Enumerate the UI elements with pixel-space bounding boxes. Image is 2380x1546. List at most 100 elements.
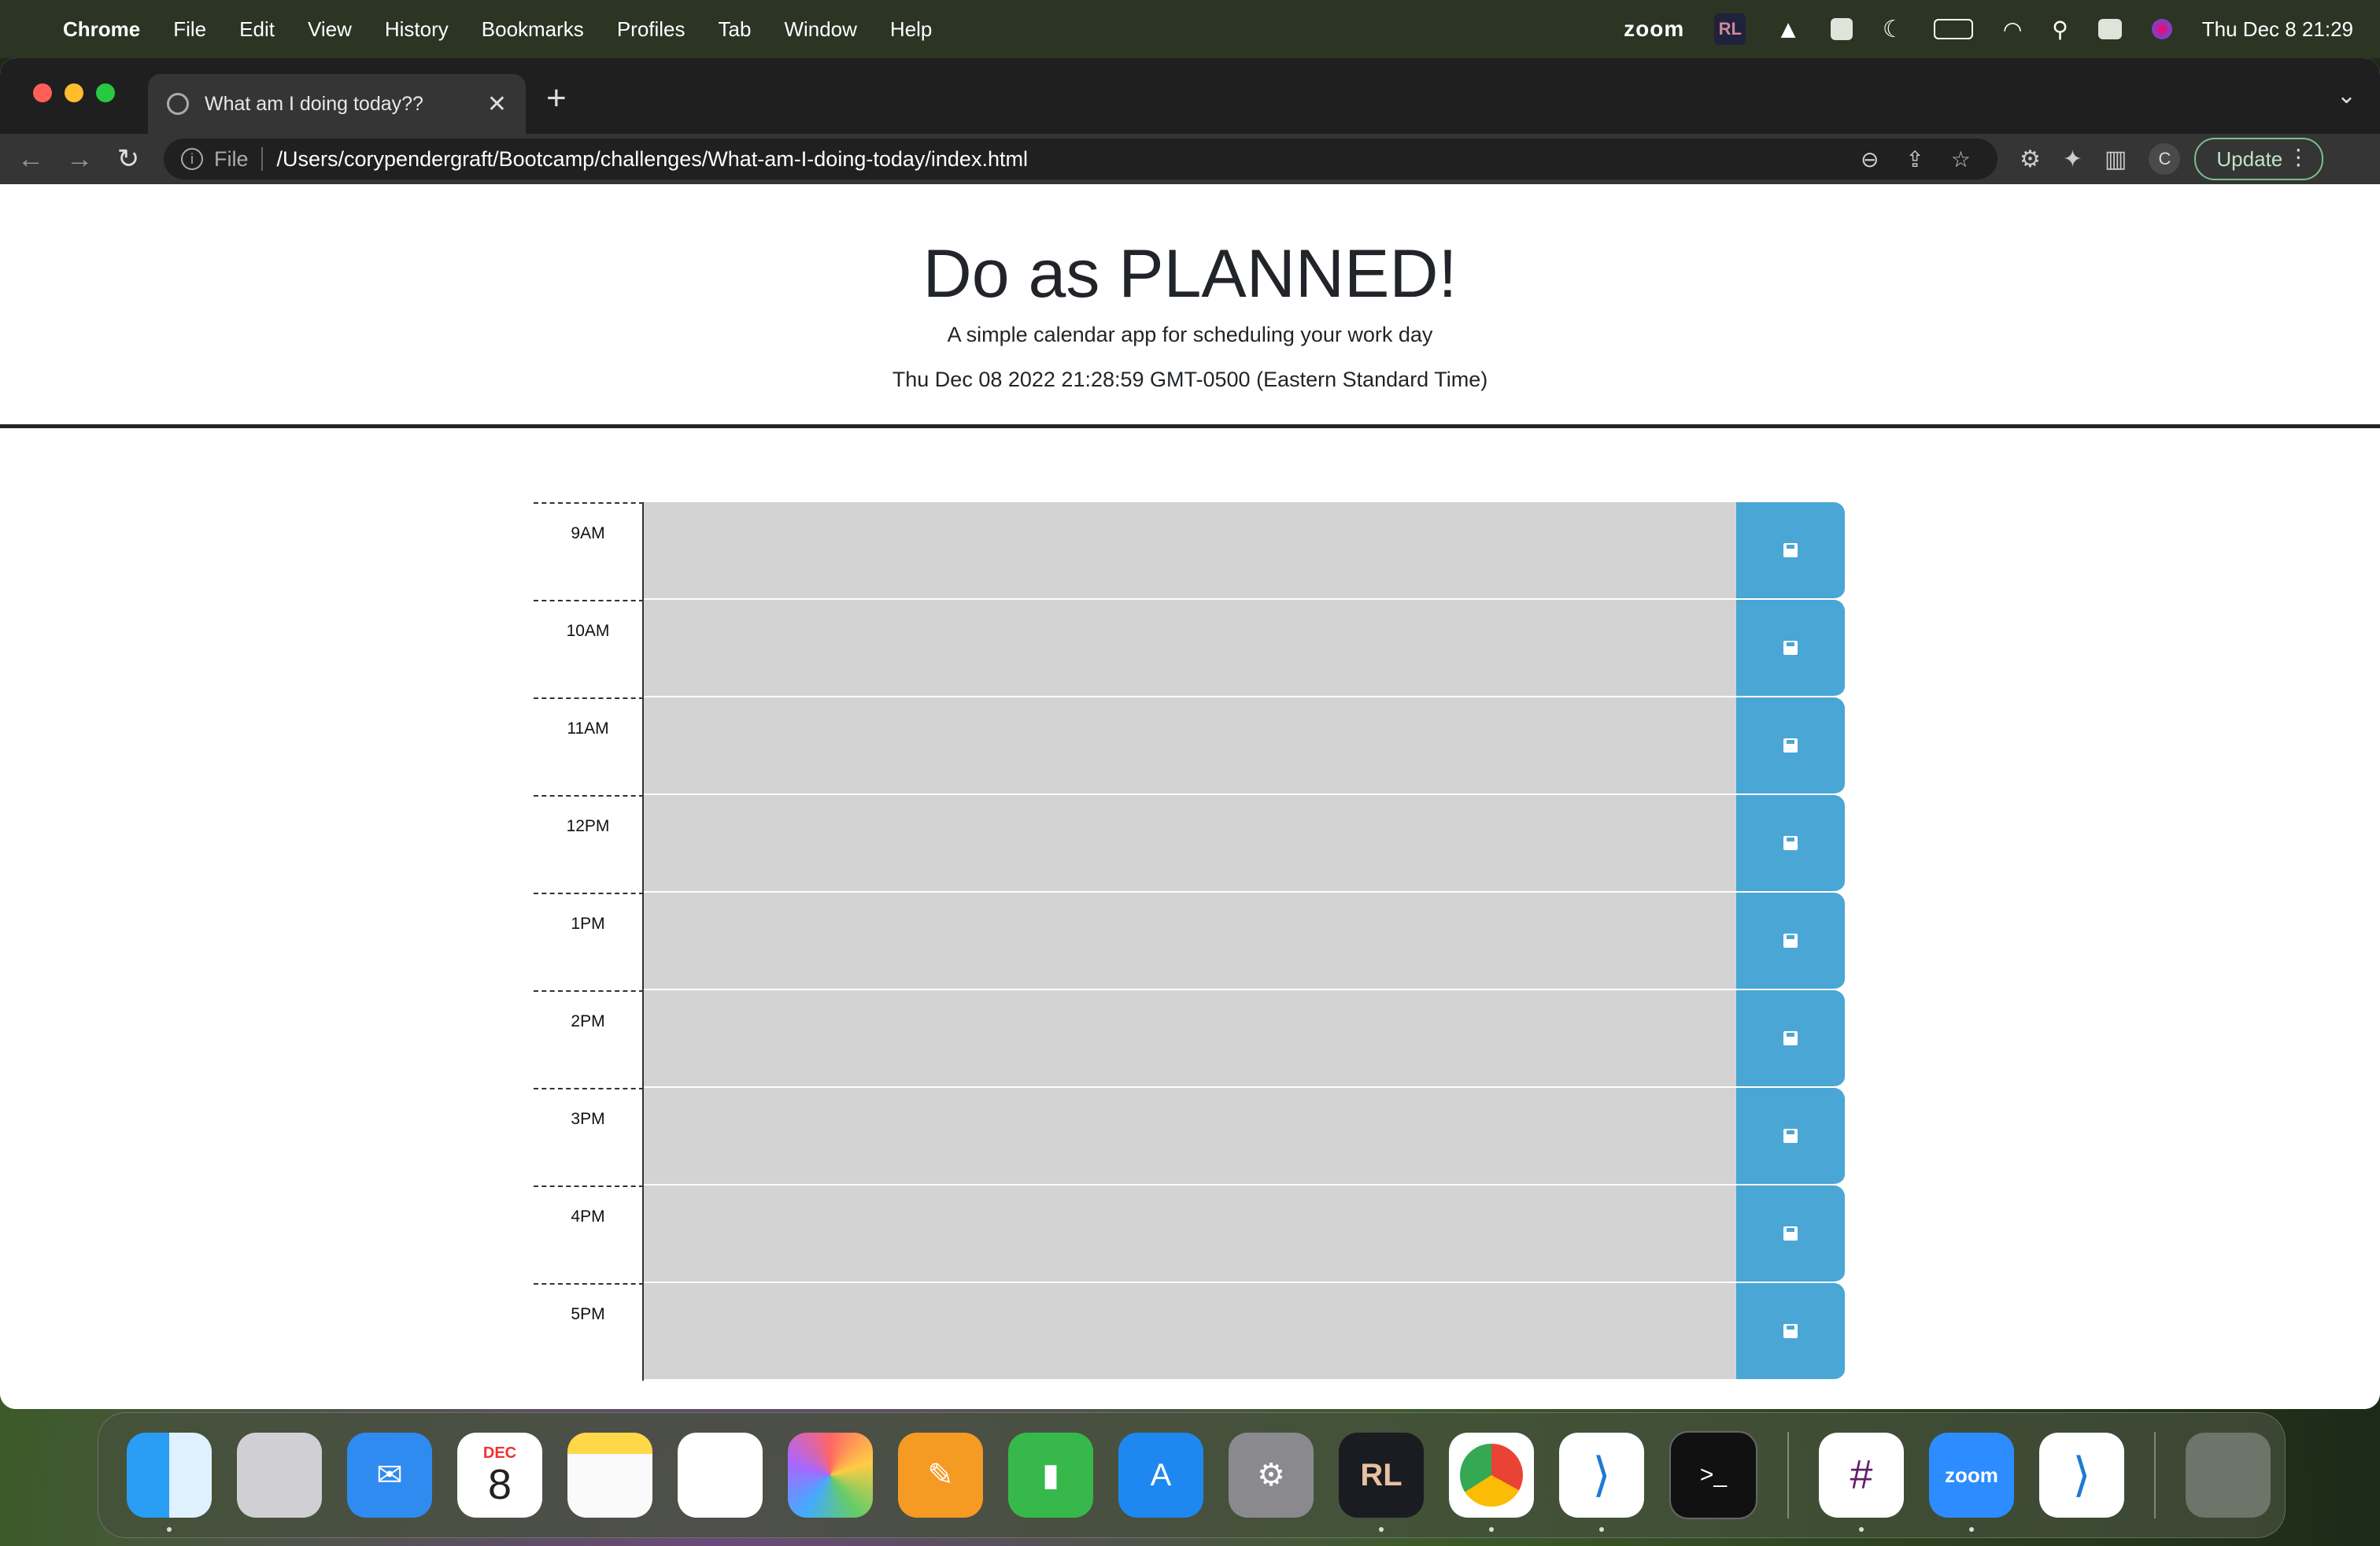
save-floppy-icon: [1783, 934, 1798, 948]
chevron-down-icon[interactable]: ⌄: [2337, 82, 2356, 109]
numbers-icon[interactable]: ▮: [1008, 1433, 1093, 1518]
menu-edit[interactable]: Edit: [239, 17, 275, 42]
calendar-icon-month: DEC: [482, 1444, 517, 1462]
forward-button[interactable]: →: [61, 144, 98, 175]
wifi-icon[interactable]: ◠: [2003, 17, 2022, 43]
description-textarea[interactable]: [644, 1185, 1736, 1283]
photos-icon[interactable]: [788, 1433, 873, 1518]
menu-tab[interactable]: Tab: [719, 17, 752, 42]
maximize-window-button[interactable]: [96, 83, 115, 102]
back-button[interactable]: ←: [13, 144, 49, 175]
menu-file[interactable]: File: [173, 17, 206, 42]
time-block-row: 10AM: [534, 600, 1845, 697]
menu-app-name[interactable]: Chrome: [63, 17, 140, 42]
menu-bookmarks[interactable]: Bookmarks: [482, 17, 584, 42]
description-textarea[interactable]: [644, 502, 1736, 600]
hour-label: 3PM: [534, 1088, 644, 1185]
update-button[interactable]: Update ⋮: [2194, 138, 2324, 180]
url-scheme-label: File: [214, 146, 249, 171]
save-button[interactable]: [1736, 502, 1845, 600]
save-button[interactable]: [1736, 600, 1845, 697]
bookmark-star-icon[interactable]: ☆: [1951, 146, 1971, 172]
save-floppy-icon: [1783, 641, 1798, 655]
calendar-icon-day: 8: [487, 1460, 512, 1508]
rl-status-icon[interactable]: RL: [1714, 13, 1746, 45]
zoom-magnifier-icon[interactable]: ⊖: [1861, 146, 1879, 172]
finder-icon[interactable]: [127, 1433, 212, 1532]
save-button[interactable]: [1736, 1283, 1845, 1381]
siri-icon[interactable]: [2151, 19, 2172, 39]
hour-label: 10AM: [534, 600, 644, 697]
vscode-icon[interactable]: ⟩: [1559, 1433, 1644, 1532]
app-store-icon[interactable]: A: [1118, 1433, 1203, 1518]
time-block-row: 9AM: [534, 502, 1845, 600]
description-textarea[interactable]: [644, 1088, 1736, 1185]
share-icon[interactable]: ⇪: [1905, 146, 1924, 172]
url-text[interactable]: /Users/corypendergraft/Bootcamp/challeng…: [277, 147, 1861, 172]
save-button[interactable]: [1736, 1088, 1845, 1185]
new-tab-button[interactable]: +: [546, 79, 567, 118]
battery-icon[interactable]: [1933, 19, 1973, 39]
save-button[interactable]: [1736, 795, 1845, 893]
menubar-clock[interactable]: Thu Dec 8 21:29: [2202, 17, 2353, 42]
vscode-icon[interactable]: ⟩: [2039, 1433, 2124, 1518]
info-icon[interactable]: i: [181, 148, 203, 170]
kebab-menu-icon[interactable]: ⋮: [2287, 144, 2309, 170]
hour-label: 12PM: [534, 795, 644, 893]
drive-status-icon[interactable]: ▲: [1776, 15, 1801, 44]
menu-help[interactable]: Help: [890, 17, 932, 42]
browser-tab-active[interactable]: What am I doing today?? ✕: [148, 74, 526, 134]
save-floppy-icon: [1783, 1324, 1798, 1338]
close-window-button[interactable]: [33, 83, 52, 102]
description-textarea[interactable]: [644, 600, 1736, 697]
mail-icon[interactable]: ✉: [347, 1433, 432, 1518]
save-button[interactable]: [1736, 1185, 1845, 1283]
side-panel-icon[interactable]: ▥: [2105, 146, 2127, 173]
extension-gear-icon[interactable]: ⚙: [2020, 146, 2041, 173]
description-textarea[interactable]: [644, 795, 1736, 893]
save-button[interactable]: [1736, 893, 1845, 990]
slack-icon[interactable]: #: [1819, 1433, 1904, 1532]
launchpad-icon[interactable]: [237, 1433, 322, 1518]
time-block-row: 5PM: [534, 1283, 1845, 1381]
description-textarea[interactable]: [644, 893, 1736, 990]
macos-dock: ✉ DEC 8 ✎ ▮ A ⚙ RL ⟩ >_ # zoom ⟩: [98, 1412, 2286, 1538]
menu-profiles[interactable]: Profiles: [617, 17, 686, 42]
description-textarea[interactable]: [644, 990, 1736, 1088]
control-center-icon[interactable]: [2097, 19, 2122, 39]
reload-button[interactable]: ↻: [110, 143, 146, 175]
menu-history[interactable]: History: [385, 17, 449, 42]
save-floppy-icon: [1783, 738, 1798, 753]
menu-window[interactable]: Window: [784, 17, 856, 42]
description-textarea[interactable]: [644, 1283, 1736, 1381]
menu-view[interactable]: View: [308, 17, 352, 42]
zoom-status-icon[interactable]: zoom: [1624, 17, 1684, 42]
reminders-icon[interactable]: [678, 1433, 763, 1518]
time-block-row: 11AM: [534, 697, 1845, 795]
globe-icon: [167, 93, 189, 115]
extensions-puzzle-icon[interactable]: ✦: [2063, 146, 2082, 173]
focus-moon-icon[interactable]: ☾: [1883, 16, 1904, 43]
description-textarea[interactable]: [644, 697, 1736, 795]
save-button[interactable]: [1736, 990, 1845, 1088]
zoom-icon[interactable]: zoom: [1929, 1433, 2014, 1532]
calendar-icon[interactable]: DEC 8: [457, 1433, 542, 1518]
update-label: Update: [2216, 146, 2283, 171]
profile-avatar[interactable]: C: [2149, 143, 2181, 175]
chrome-icon[interactable]: [1449, 1433, 1534, 1532]
minimize-window-button[interactable]: [65, 83, 83, 102]
rl-app-icon[interactable]: RL: [1339, 1433, 1424, 1532]
notes-icon[interactable]: [567, 1433, 652, 1518]
save-floppy-icon: [1783, 543, 1798, 557]
trash-icon[interactable]: [2186, 1433, 2271, 1518]
system-preferences-icon[interactable]: ⚙: [1229, 1433, 1314, 1518]
pages-icon[interactable]: ✎: [898, 1433, 983, 1518]
spotlight-search-icon[interactable]: ⚲: [2052, 17, 2068, 43]
time-block-list: 9AM 10AM 11AM 12PM 1PM 2PM 3PM 4PM 5PM: [534, 502, 1845, 1381]
tab-strip: What am I doing today?? ✕ + ⌄: [0, 58, 2380, 134]
layout-status-icon[interactable]: [1830, 18, 1853, 40]
close-tab-icon[interactable]: ✕: [487, 91, 507, 118]
address-bar[interactable]: i File /Users/corypendergraft/Bootcamp/c…: [164, 139, 1998, 179]
terminal-icon[interactable]: >_: [1669, 1431, 1757, 1519]
save-button[interactable]: [1736, 697, 1845, 795]
